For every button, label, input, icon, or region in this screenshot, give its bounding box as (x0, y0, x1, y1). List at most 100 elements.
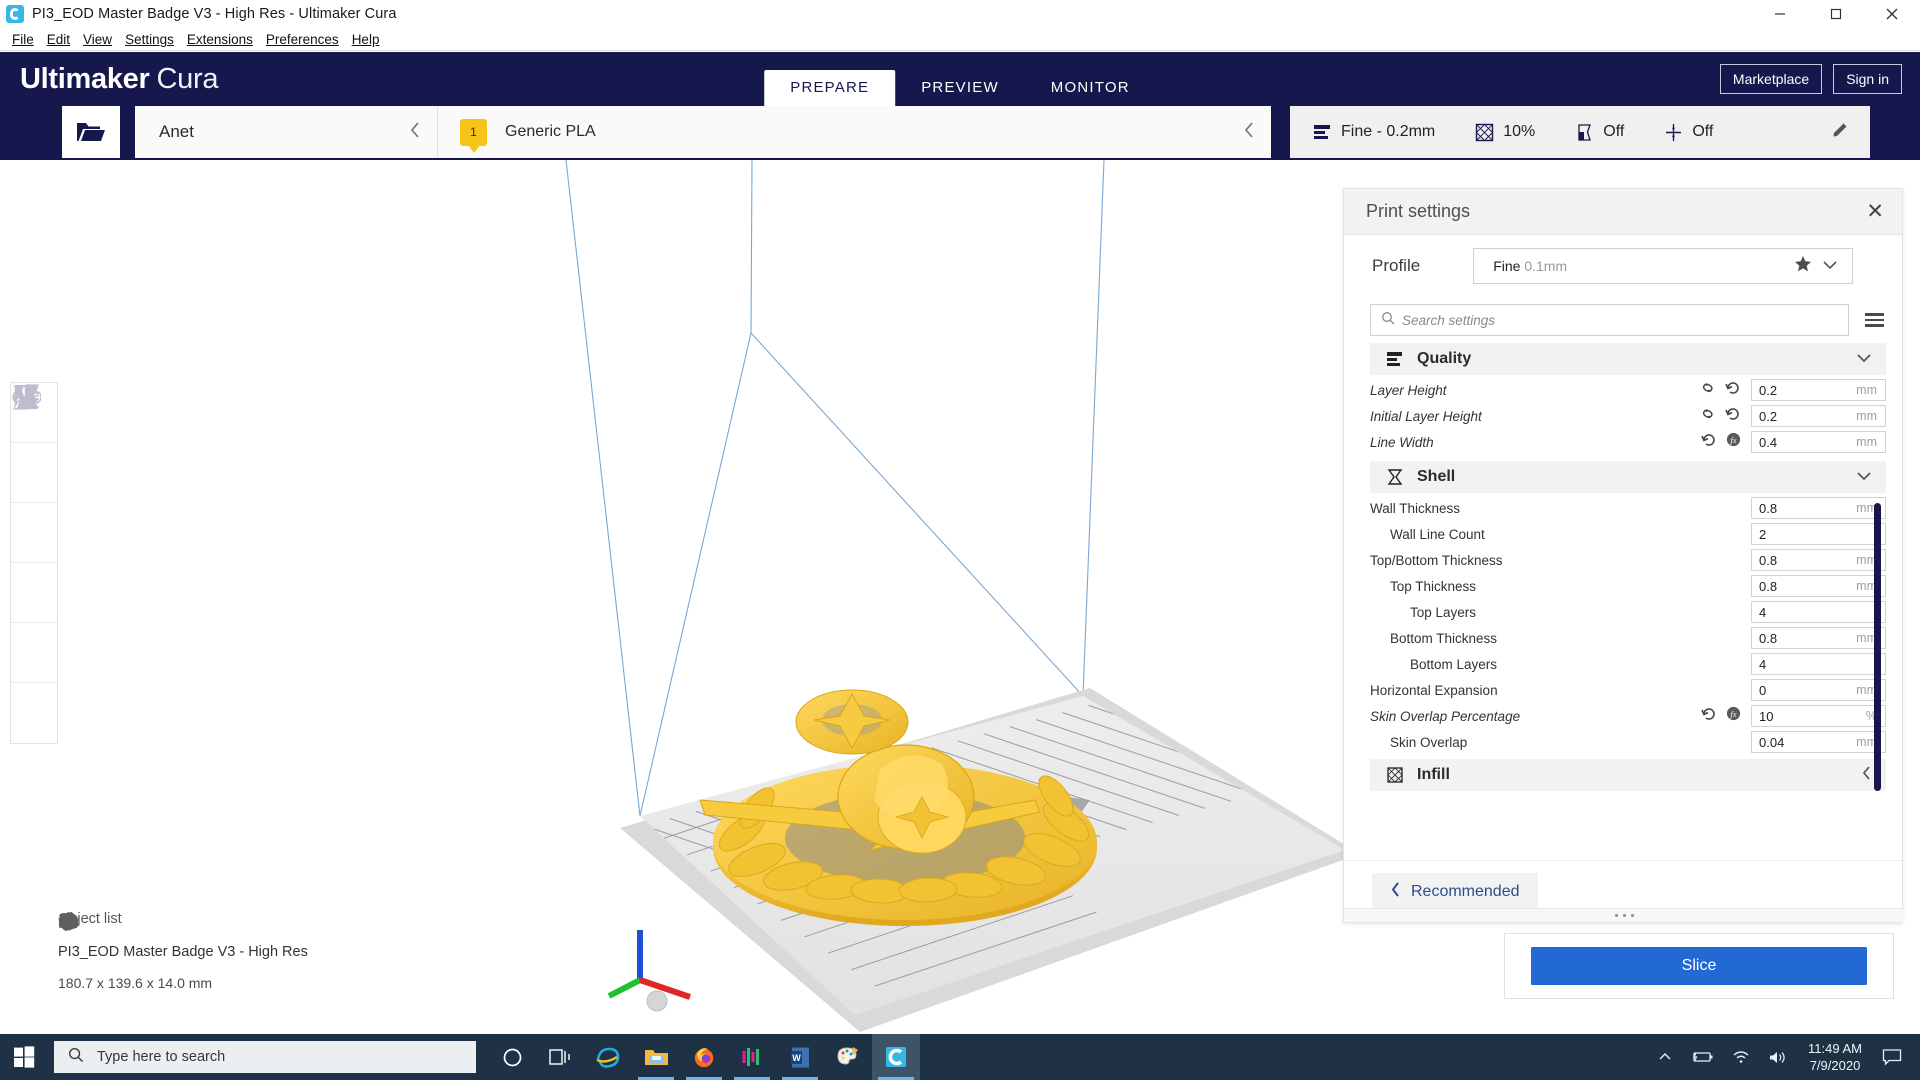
menu-extensions[interactable]: Extensions (181, 30, 260, 49)
task-view-icon[interactable] (536, 1034, 584, 1080)
setting-value-input[interactable]: 0.4 mm (1751, 431, 1886, 453)
setting-value-input[interactable]: 0.8 mm (1751, 549, 1886, 571)
wifi-icon[interactable] (1723, 1050, 1759, 1064)
menu-help[interactable]: Help (346, 30, 387, 49)
search-input[interactable] (1402, 312, 1838, 328)
taskbar-clock[interactable]: 11:49 AM 7/9/2020 (1796, 1040, 1874, 1074)
menu-edit[interactable]: Edit (41, 30, 77, 49)
setting-value: 10 (1759, 708, 1774, 724)
setting-value-input[interactable]: 0.2 mm (1751, 405, 1886, 427)
file-explorer-icon[interactable] (632, 1034, 680, 1080)
setting-top-layers: Top Layers 4 (1370, 599, 1886, 625)
menu-preferences[interactable]: Preferences (260, 30, 346, 49)
revert-icon[interactable] (1725, 381, 1741, 400)
setting-value-input[interactable]: 0.04 mm (1751, 731, 1886, 753)
setting-label: Horizontal Expansion (1370, 682, 1498, 698)
rotate-tool-button[interactable] (11, 385, 57, 563)
print-setup-selector[interactable]: Fine - 0.2mm 10% Off Off (1290, 106, 1870, 158)
stage-tabs: PREPARE PREVIEW MONITOR (764, 52, 1156, 106)
settings-list[interactable]: Quality Layer Height 0.2 mm Initial Laye… (1370, 343, 1886, 860)
recommended-mode-button[interactable]: Recommended (1372, 872, 1538, 911)
setting-value-input[interactable]: 0 mm (1751, 679, 1886, 701)
settings-visibility-menu-icon[interactable] (1865, 313, 1884, 327)
marketplace-button[interactable]: Marketplace (1719, 64, 1823, 94)
chevron-down-icon[interactable] (1856, 350, 1872, 368)
category-quality[interactable]: Quality (1370, 343, 1886, 375)
setting-label: Wall Line Count (1390, 526, 1485, 542)
setting-value: 0.2 (1759, 382, 1778, 398)
chevron-down-icon[interactable] (1856, 468, 1872, 486)
revert-icon[interactable] (1725, 407, 1741, 426)
close-button[interactable] (1864, 0, 1920, 29)
cura-icon[interactable] (872, 1034, 920, 1080)
setting-value-input[interactable]: 4 (1751, 653, 1886, 675)
audacity-icon[interactable] (728, 1034, 776, 1080)
volume-icon[interactable] (1759, 1050, 1796, 1065)
paint-icon[interactable] (824, 1034, 872, 1080)
start-button[interactable] (0, 1034, 48, 1080)
profile-dropdown[interactable]: Fine 0.1mm (1473, 248, 1854, 284)
setting-value-input[interactable]: 10 % (1751, 705, 1886, 727)
menu-file[interactable]: File (6, 30, 41, 49)
setting-value-input[interactable]: 4 (1751, 601, 1886, 623)
panel-resize-grip[interactable] (1344, 908, 1904, 922)
settings-scrollbar[interactable] (1874, 503, 1881, 791)
tab-preview[interactable]: PREVIEW (895, 70, 1025, 106)
print-settings-panel: Print settings ✕ Profile Fine 0.1mm Sear… (1343, 188, 1904, 923)
revert-icon[interactable] (1701, 433, 1717, 452)
setting-value-input[interactable]: 2 (1751, 523, 1886, 545)
favorite-star-icon[interactable] (1794, 255, 1812, 277)
setting-initial-layer-height: Initial Layer Height 0.2 mm (1370, 403, 1886, 429)
menu-view[interactable]: View (77, 30, 119, 49)
object-list-item[interactable]: PI3_EOD Master Badge V3 - High Res (58, 912, 308, 960)
cortana-icon[interactable] (488, 1034, 536, 1080)
setting-value: 0.4 (1759, 434, 1778, 450)
material-selector[interactable]: 1 Generic PLA (437, 106, 1271, 158)
action-center-icon[interactable] (1874, 1048, 1914, 1066)
setting-icons: fx (1701, 706, 1741, 726)
word-icon[interactable]: W (776, 1034, 824, 1080)
setting-value-input[interactable]: 0.2 mm (1751, 379, 1886, 401)
search-settings-box[interactable] (1370, 304, 1849, 336)
formula-icon[interactable]: fx (1726, 432, 1741, 452)
tab-monitor[interactable]: MONITOR (1025, 70, 1156, 106)
setting-value-input[interactable]: 0.8 mm (1751, 575, 1886, 597)
category-shell[interactable]: Shell (1370, 461, 1886, 493)
minimize-button[interactable] (1752, 0, 1808, 29)
setting-icons: fx (1701, 432, 1741, 452)
object-list-toggle[interactable]: Object list (58, 911, 308, 927)
per-model-settings-tool-button[interactable] (11, 384, 57, 683)
scale-tool-button[interactable] (11, 385, 57, 503)
maximize-button[interactable] (1808, 0, 1864, 29)
close-icon[interactable]: ✕ (1866, 201, 1884, 222)
setting-unit: mm (1856, 409, 1877, 423)
setting-value-input[interactable]: 0.8 mm (1751, 627, 1886, 649)
chevron-down-icon[interactable] (1822, 257, 1838, 275)
firefox-icon[interactable] (680, 1034, 728, 1080)
open-file-button[interactable] (62, 106, 120, 158)
sign-in-button[interactable]: Sign in (1833, 64, 1902, 94)
machine-selector[interactable]: Anet (135, 106, 437, 158)
link-icon[interactable] (1700, 407, 1716, 426)
mirror-tool-button[interactable] (11, 384, 57, 623)
taskbar-search-box[interactable]: Type here to search (54, 1041, 476, 1073)
show-hidden-icons-icon[interactable] (1649, 1052, 1681, 1062)
clock-date: 7/9/2020 (1809, 1058, 1861, 1073)
setting-value-input[interactable]: 0.8 mm (1751, 497, 1886, 519)
quality-icon (1384, 350, 1406, 368)
chevron-left-icon[interactable] (1862, 765, 1872, 786)
link-icon[interactable] (1700, 381, 1716, 400)
edit-pencil-icon[interactable] (1832, 122, 1848, 143)
profile-row: Profile Fine 0.1mm (1344, 235, 1902, 297)
search-icon (1381, 311, 1395, 330)
battery-icon[interactable] (1681, 1050, 1723, 1064)
slice-button[interactable]: Slice (1531, 947, 1867, 985)
internet-explorer-icon[interactable] (584, 1034, 632, 1080)
support-blocker-tool-button[interactable] (11, 386, 57, 743)
menu-settings[interactable]: Settings (119, 30, 181, 49)
revert-icon[interactable] (1701, 707, 1717, 726)
category-infill[interactable]: Infill (1370, 759, 1886, 791)
adhesion-summary-value: Off (1692, 123, 1714, 140)
tab-prepare[interactable]: PREPARE (764, 70, 896, 106)
formula-icon[interactable]: fx (1726, 706, 1741, 726)
